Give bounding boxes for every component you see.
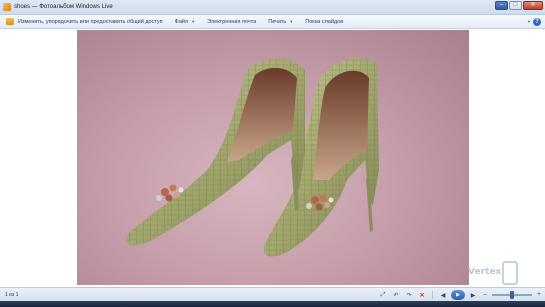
chevron-down-icon: ▼ <box>289 19 294 24</box>
shoes-photo <box>77 30 469 285</box>
print-label: Печать <box>268 18 287 25</box>
window-controls: – □ ✕ <box>495 1 543 10</box>
help-chevron-icon[interactable]: ▼ <box>527 19 531 24</box>
maximize-button[interactable]: □ <box>509 1 522 10</box>
watermark-brand: Vertex <box>468 267 502 277</box>
window-title: shoes — Фотоальбом Windows Live <box>14 4 113 10</box>
command-bar: Изменить, упорядочить или предоставить о… <box>0 15 545 29</box>
previous-icon[interactable]: ◀ <box>438 291 448 300</box>
file-menu[interactable]: Файл ▼ <box>169 15 202 29</box>
slideshow-button[interactable]: Показ слайдов <box>299 15 349 29</box>
minimize-button[interactable]: – <box>495 1 508 10</box>
zoom-slider-thumb[interactable] <box>510 290 514 299</box>
share-organize-label: Изменить, упорядочить или предоставить о… <box>18 18 163 25</box>
close-button[interactable]: ✕ <box>523 1 543 10</box>
navigation-bar: 1 из 1 ⤢ ↶ ↷ ✕ ◀ ▶ ▶ – + <box>0 287 545 301</box>
email-button[interactable]: Электронная почта <box>201 15 262 29</box>
next-icon[interactable]: ▶ <box>468 291 478 300</box>
zoom-slider[interactable] <box>492 290 532 299</box>
slideshow-label: Показ слайдов <box>305 18 344 25</box>
zoom-control: – + <box>480 290 544 299</box>
help-icon[interactable]: ? <box>533 18 541 26</box>
photo-viewer <box>0 29 545 287</box>
email-label: Электронная почта <box>207 18 257 25</box>
folder-share-icon <box>6 18 14 25</box>
left-shoe <box>125 58 305 246</box>
rotate-right-icon[interactable]: ↷ <box>404 291 414 300</box>
taskbar <box>0 301 545 307</box>
rotate-left-icon[interactable]: ↶ <box>391 291 401 300</box>
file-menu-label: Файл <box>174 18 189 25</box>
play-slideshow-icon[interactable]: ▶ <box>451 290 465 300</box>
photo-counter: 1 из 1 <box>5 292 19 298</box>
photo-gallery-app-icon <box>3 3 11 11</box>
viewer-controls: ⤢ ↶ ↷ ✕ ◀ ▶ ▶ <box>378 290 478 300</box>
separator <box>432 291 433 299</box>
zoom-in-icon[interactable]: + <box>534 290 544 299</box>
vertex-watermark: Vertex <box>468 259 528 289</box>
zoom-out-icon[interactable]: – <box>480 290 490 299</box>
chevron-down-icon: ▼ <box>191 19 196 24</box>
print-menu[interactable]: Печать ▼ <box>262 15 299 29</box>
shoes-illustration <box>125 57 379 257</box>
fit-to-window-icon[interactable]: ⤢ <box>378 291 388 300</box>
title-bar: shoes — Фотоальбом Windows Live – □ ✕ <box>0 0 545 15</box>
delete-icon[interactable]: ✕ <box>417 291 427 300</box>
vertex-logo-icon <box>502 261 518 285</box>
share-organize-button[interactable]: Изменить, упорядочить или предоставить о… <box>0 15 169 29</box>
